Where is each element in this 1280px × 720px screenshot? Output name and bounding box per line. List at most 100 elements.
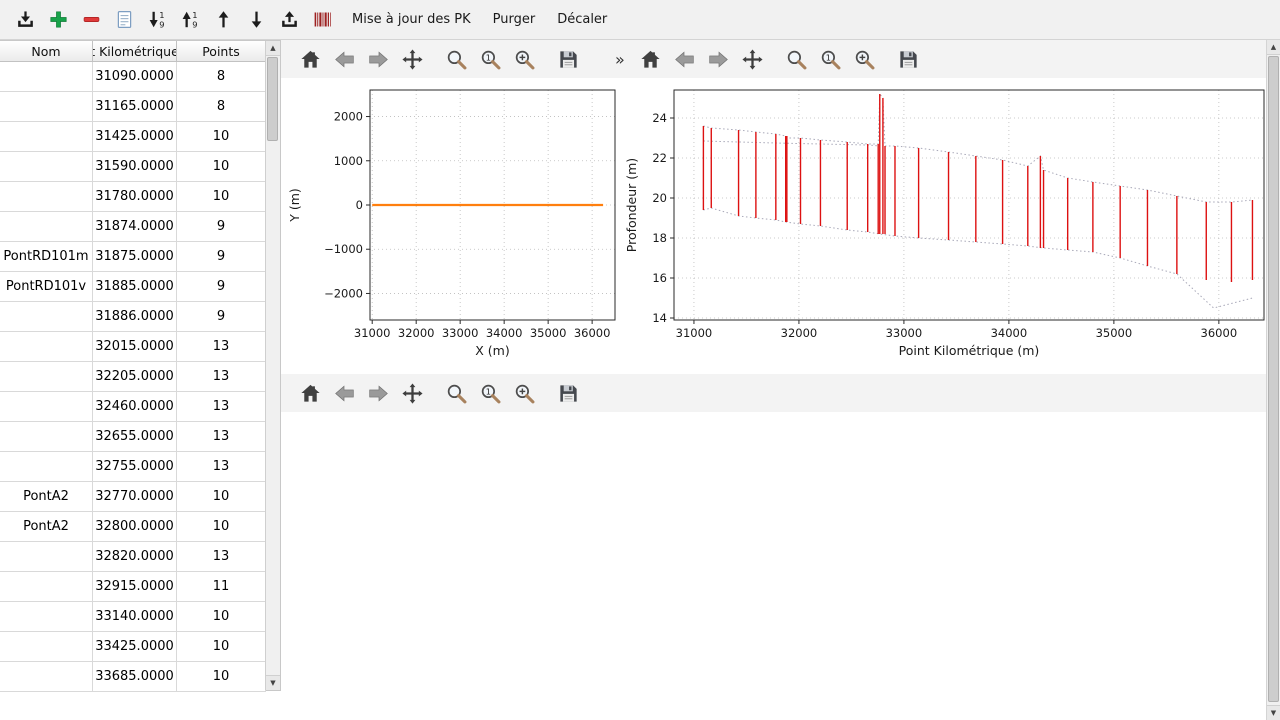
table-row[interactable]: 33425.000010 bbox=[0, 632, 266, 662]
zoom-rect-button[interactable] bbox=[511, 380, 537, 406]
save-figure-button[interactable] bbox=[555, 46, 581, 72]
pan-button[interactable] bbox=[739, 46, 765, 72]
table-row[interactable]: 32205.000013 bbox=[0, 362, 266, 392]
table-row[interactable]: 32755.000013 bbox=[0, 452, 266, 482]
table-scrollbar-thumb[interactable] bbox=[267, 57, 278, 141]
table-row[interactable]: 32015.000013 bbox=[0, 332, 266, 362]
table-row[interactable]: 31874.00009 bbox=[0, 212, 266, 242]
table-row[interactable]: PontA232800.000010 bbox=[0, 512, 266, 542]
cell-points: 13 bbox=[177, 362, 266, 392]
cell-nom bbox=[0, 632, 93, 662]
cell-point-kilometrique: 31875.0000 bbox=[93, 242, 177, 272]
update-pk-button[interactable]: Mise à jour des PK bbox=[342, 7, 481, 32]
scroll-up-icon[interactable]: ▲ bbox=[266, 41, 280, 56]
forward-button[interactable] bbox=[705, 46, 731, 72]
svg-text:31000: 31000 bbox=[676, 326, 713, 340]
back-icon bbox=[673, 48, 696, 71]
scroll-down-icon[interactable]: ▼ bbox=[1267, 705, 1280, 720]
import-button[interactable] bbox=[10, 5, 40, 35]
cell-points: 9 bbox=[177, 302, 266, 332]
forward-button[interactable] bbox=[365, 380, 391, 406]
pan-icon bbox=[401, 382, 424, 405]
bottom-figure-toolbar: 1 bbox=[297, 376, 589, 410]
window-scrollbar-thumb[interactable] bbox=[1268, 56, 1279, 702]
column-header-point-kilometrique[interactable]: t Kilométrique bbox=[93, 41, 177, 61]
table-row[interactable]: PontA232770.000010 bbox=[0, 482, 266, 512]
forward-button[interactable] bbox=[365, 46, 391, 72]
table-row[interactable]: 33140.000010 bbox=[0, 602, 266, 632]
purge-button[interactable]: Purger bbox=[483, 7, 546, 32]
cell-nom bbox=[0, 542, 93, 572]
barcode-button[interactable] bbox=[307, 5, 337, 35]
table-row[interactable]: 32915.000011 bbox=[0, 572, 266, 602]
cell-nom bbox=[0, 602, 93, 632]
zoom-original-button[interactable]: 1 bbox=[477, 380, 503, 406]
zoom-button[interactable] bbox=[443, 46, 469, 72]
zoom-button[interactable] bbox=[783, 46, 809, 72]
delete-button[interactable] bbox=[76, 5, 106, 35]
home-button[interactable] bbox=[297, 380, 323, 406]
table-row[interactable]: 31090.00008 bbox=[0, 62, 266, 92]
shift-button[interactable]: Décaler bbox=[547, 7, 617, 32]
cell-nom bbox=[0, 62, 93, 92]
cell-nom bbox=[0, 182, 93, 212]
zoom-original-button[interactable]: 1 bbox=[817, 46, 843, 72]
save-figure-button[interactable] bbox=[555, 380, 581, 406]
toolbar-overflow-chevrons[interactable]: » bbox=[615, 50, 625, 69]
forward-icon bbox=[367, 382, 390, 405]
svg-text:35000: 35000 bbox=[530, 326, 567, 340]
back-button[interactable] bbox=[671, 46, 697, 72]
move-down-button[interactable] bbox=[241, 5, 271, 35]
zoom-rect-button[interactable] bbox=[511, 46, 537, 72]
column-header-points[interactable]: Points bbox=[177, 41, 266, 61]
empty-figure-area bbox=[281, 412, 1266, 720]
sort-desc-button[interactable]: 19 bbox=[142, 5, 172, 35]
window-scrollbar[interactable]: ▲ ▼ bbox=[1266, 40, 1280, 720]
scroll-down-icon[interactable]: ▼ bbox=[266, 675, 280, 690]
export-button[interactable] bbox=[274, 5, 304, 35]
cell-point-kilometrique: 32755.0000 bbox=[93, 452, 177, 482]
zoom-original-button[interactable]: 1 bbox=[477, 46, 503, 72]
table-row[interactable]: 31425.000010 bbox=[0, 122, 266, 152]
cell-nom: PontRD101m bbox=[0, 242, 93, 272]
back-button[interactable] bbox=[331, 46, 357, 72]
table-row[interactable]: 32655.000013 bbox=[0, 422, 266, 452]
cell-point-kilometrique: 33140.0000 bbox=[93, 602, 177, 632]
table-row[interactable]: 31165.00008 bbox=[0, 92, 266, 122]
cell-nom bbox=[0, 122, 93, 152]
depth-profile-chart[interactable]: 3100032000330003400035000360001416182022… bbox=[620, 78, 1266, 374]
scroll-up-icon[interactable]: ▲ bbox=[1267, 40, 1280, 55]
edit-button[interactable] bbox=[109, 5, 139, 35]
table-row[interactable]: 31886.00009 bbox=[0, 302, 266, 332]
svg-text:34000: 34000 bbox=[486, 326, 523, 340]
cell-point-kilometrique: 31165.0000 bbox=[93, 92, 177, 122]
back-button[interactable] bbox=[331, 380, 357, 406]
sort-asc-button[interactable]: 19 bbox=[175, 5, 205, 35]
back-icon bbox=[333, 382, 356, 405]
save-figure-button[interactable] bbox=[895, 46, 921, 72]
home-button[interactable] bbox=[637, 46, 663, 72]
plan-view-chart[interactable]: 310003200033000340003500036000−2000−1000… bbox=[285, 78, 622, 374]
table-row[interactable]: 31780.000010 bbox=[0, 182, 266, 212]
table-row[interactable]: PontRD101m31875.00009 bbox=[0, 242, 266, 272]
home-button[interactable] bbox=[297, 46, 323, 72]
zoom-rect-button[interactable] bbox=[851, 46, 877, 72]
move-up-button[interactable] bbox=[208, 5, 238, 35]
add-button[interactable] bbox=[43, 5, 73, 35]
pan-icon bbox=[401, 48, 424, 71]
table-row[interactable]: PontRD101v31885.00009 bbox=[0, 272, 266, 302]
y-axis-label: Y (m) bbox=[287, 188, 302, 223]
pan-button[interactable] bbox=[399, 380, 425, 406]
table-row[interactable]: 32460.000013 bbox=[0, 392, 266, 422]
column-header-nom[interactable]: Nom bbox=[0, 41, 93, 61]
cell-point-kilometrique: 31425.0000 bbox=[93, 122, 177, 152]
zoom-button[interactable] bbox=[443, 380, 469, 406]
table-row[interactable]: 32820.000013 bbox=[0, 542, 266, 572]
zoom-icon bbox=[785, 48, 808, 71]
table-scrollbar[interactable]: ▲ ▼ bbox=[265, 41, 280, 690]
depth-figure-toolbar: 1 bbox=[637, 42, 929, 76]
pan-button[interactable] bbox=[399, 46, 425, 72]
cell-point-kilometrique: 33425.0000 bbox=[93, 632, 177, 662]
table-row[interactable]: 31590.000010 bbox=[0, 152, 266, 182]
table-row[interactable]: 33685.000010 bbox=[0, 662, 266, 692]
